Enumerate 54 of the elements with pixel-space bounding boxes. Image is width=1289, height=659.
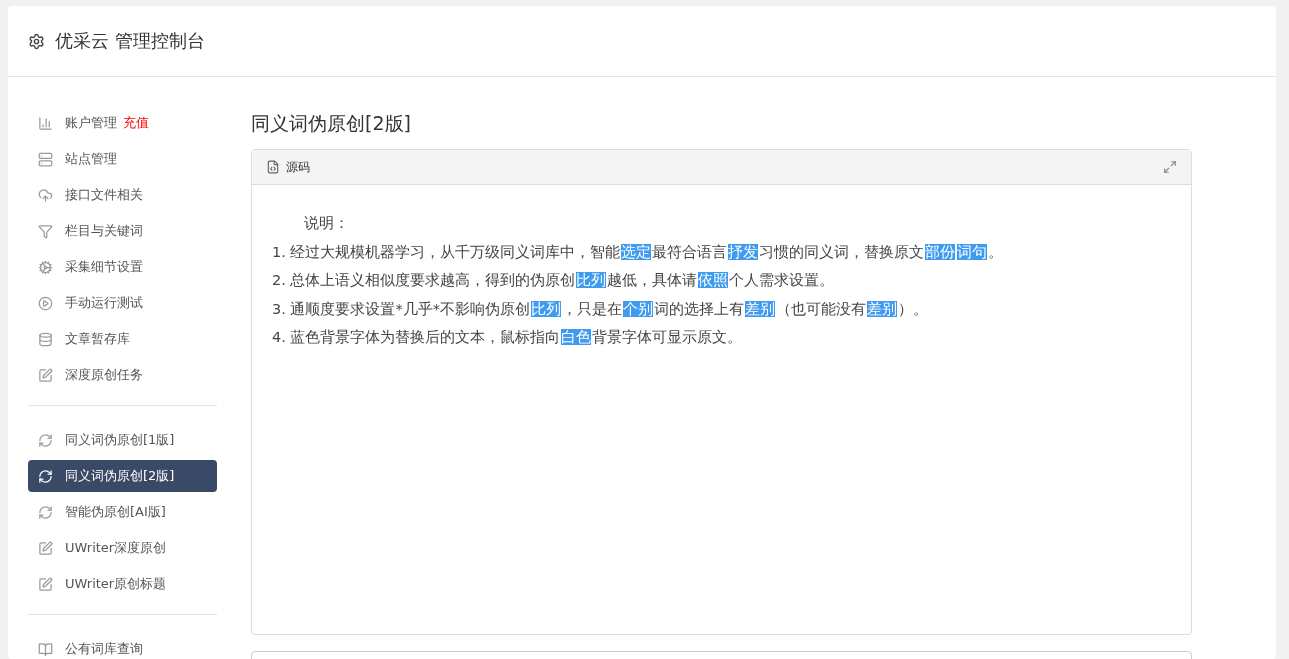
sidebar-item[interactable]: 站点管理 bbox=[28, 143, 217, 175]
book-icon bbox=[38, 641, 53, 657]
refresh-icon bbox=[38, 504, 53, 520]
sidebar-item[interactable]: 接口文件相关 bbox=[28, 179, 217, 211]
fullscreen-icon[interactable] bbox=[1163, 160, 1177, 174]
edit-icon bbox=[38, 367, 53, 383]
chart-icon bbox=[38, 115, 53, 131]
filter-icon bbox=[38, 223, 53, 239]
code-file-icon bbox=[266, 160, 280, 174]
sidebar-item[interactable]: 栏目与关键词 bbox=[28, 215, 217, 247]
play-icon bbox=[38, 295, 53, 311]
sidebar-item[interactable]: UWriter深度原创 bbox=[28, 532, 217, 564]
sidebar-label: 手动运行测试 bbox=[65, 294, 143, 312]
sidebar-label: 同义词伪原创[1版] bbox=[65, 431, 175, 449]
cloud-icon bbox=[38, 187, 53, 203]
sidebar-item[interactable]: 智能伪原创[AI版] bbox=[28, 496, 217, 528]
page-title: 同义词伪原创[2版] bbox=[251, 111, 412, 136]
sidebar-label: 站点管理 bbox=[65, 150, 117, 168]
sidebar-label: 文章暂存库 bbox=[65, 330, 130, 348]
database-icon bbox=[38, 331, 53, 347]
sidebar-item[interactable]: 公有词库查询 bbox=[28, 633, 217, 659]
sidebar-item[interactable]: 文章暂存库 bbox=[28, 323, 217, 355]
sidebar-item[interactable]: UWriter原创标题 bbox=[28, 568, 217, 600]
instruction-line: 2. 总体上语义相似度要求越高，得到的伪原创 比列越低，具体请依照个人需求设置。 bbox=[272, 271, 836, 290]
sidebar-label: 同义词伪原创[2版] bbox=[65, 467, 175, 485]
refresh-icon bbox=[38, 432, 53, 448]
instructions-heading: 说明： bbox=[303, 214, 350, 233]
refresh-icon bbox=[38, 468, 53, 484]
sidebar-label: 接口文件相关 bbox=[65, 186, 143, 204]
sidebar-label: 公有词库查询 bbox=[65, 640, 143, 658]
sidebar-label: 账户管理 bbox=[65, 114, 117, 132]
sidebar-item[interactable]: 账户管理 充值 bbox=[28, 107, 217, 139]
sidebar-label: 智能伪原创[AI版] bbox=[65, 503, 166, 521]
sidebar-item[interactable]: 采集细节设置 bbox=[28, 251, 217, 283]
sidebar-item[interactable]: 深度原创任务 bbox=[28, 359, 217, 391]
recharge-link[interactable]: 充值 bbox=[123, 114, 149, 132]
instruction-line: 3. 通顺度要求设置*几乎*不影响伪原创 比列，只是在个别词的选择上有差别（也可能没有差别）。 bbox=[272, 299, 929, 319]
sidebar-label: 深度原创任务 bbox=[65, 366, 143, 384]
sidebar-label: UWriter深度原创 bbox=[65, 539, 167, 557]
edit-icon bbox=[38, 540, 53, 556]
instruction-line: 4. 蓝色背景字体为替换后的文本，鼠标指向 白色背景字体可显示原文。 bbox=[272, 328, 744, 347]
edit-icon bbox=[38, 576, 53, 592]
sidebar-label: UWriter原创标题 bbox=[65, 575, 167, 593]
sidebar-item[interactable]: 同义词伪原创[1版] bbox=[28, 424, 217, 456]
instruction-line: 1. 经过大规模机器学习，从千万级同义词库中，智能选定最符合语言抒发习惯的同义词，替换原文部份词句。 bbox=[272, 242, 1005, 262]
sidebar-label: 采集细节设置 bbox=[65, 258, 143, 276]
sidebar-item[interactable]: 手动运行测试 bbox=[28, 287, 217, 319]
settings-icon bbox=[28, 32, 45, 50]
cogs-icon bbox=[38, 259, 53, 275]
source-tab[interactable]: 源码 bbox=[286, 158, 310, 176]
sidebar-label: 栏目与关键词 bbox=[65, 222, 143, 240]
sidebar-item[interactable]: 同义词伪原创[2版] bbox=[28, 460, 217, 492]
console-title: 优采云 管理控制台 bbox=[55, 29, 205, 53]
server-icon bbox=[38, 151, 53, 167]
